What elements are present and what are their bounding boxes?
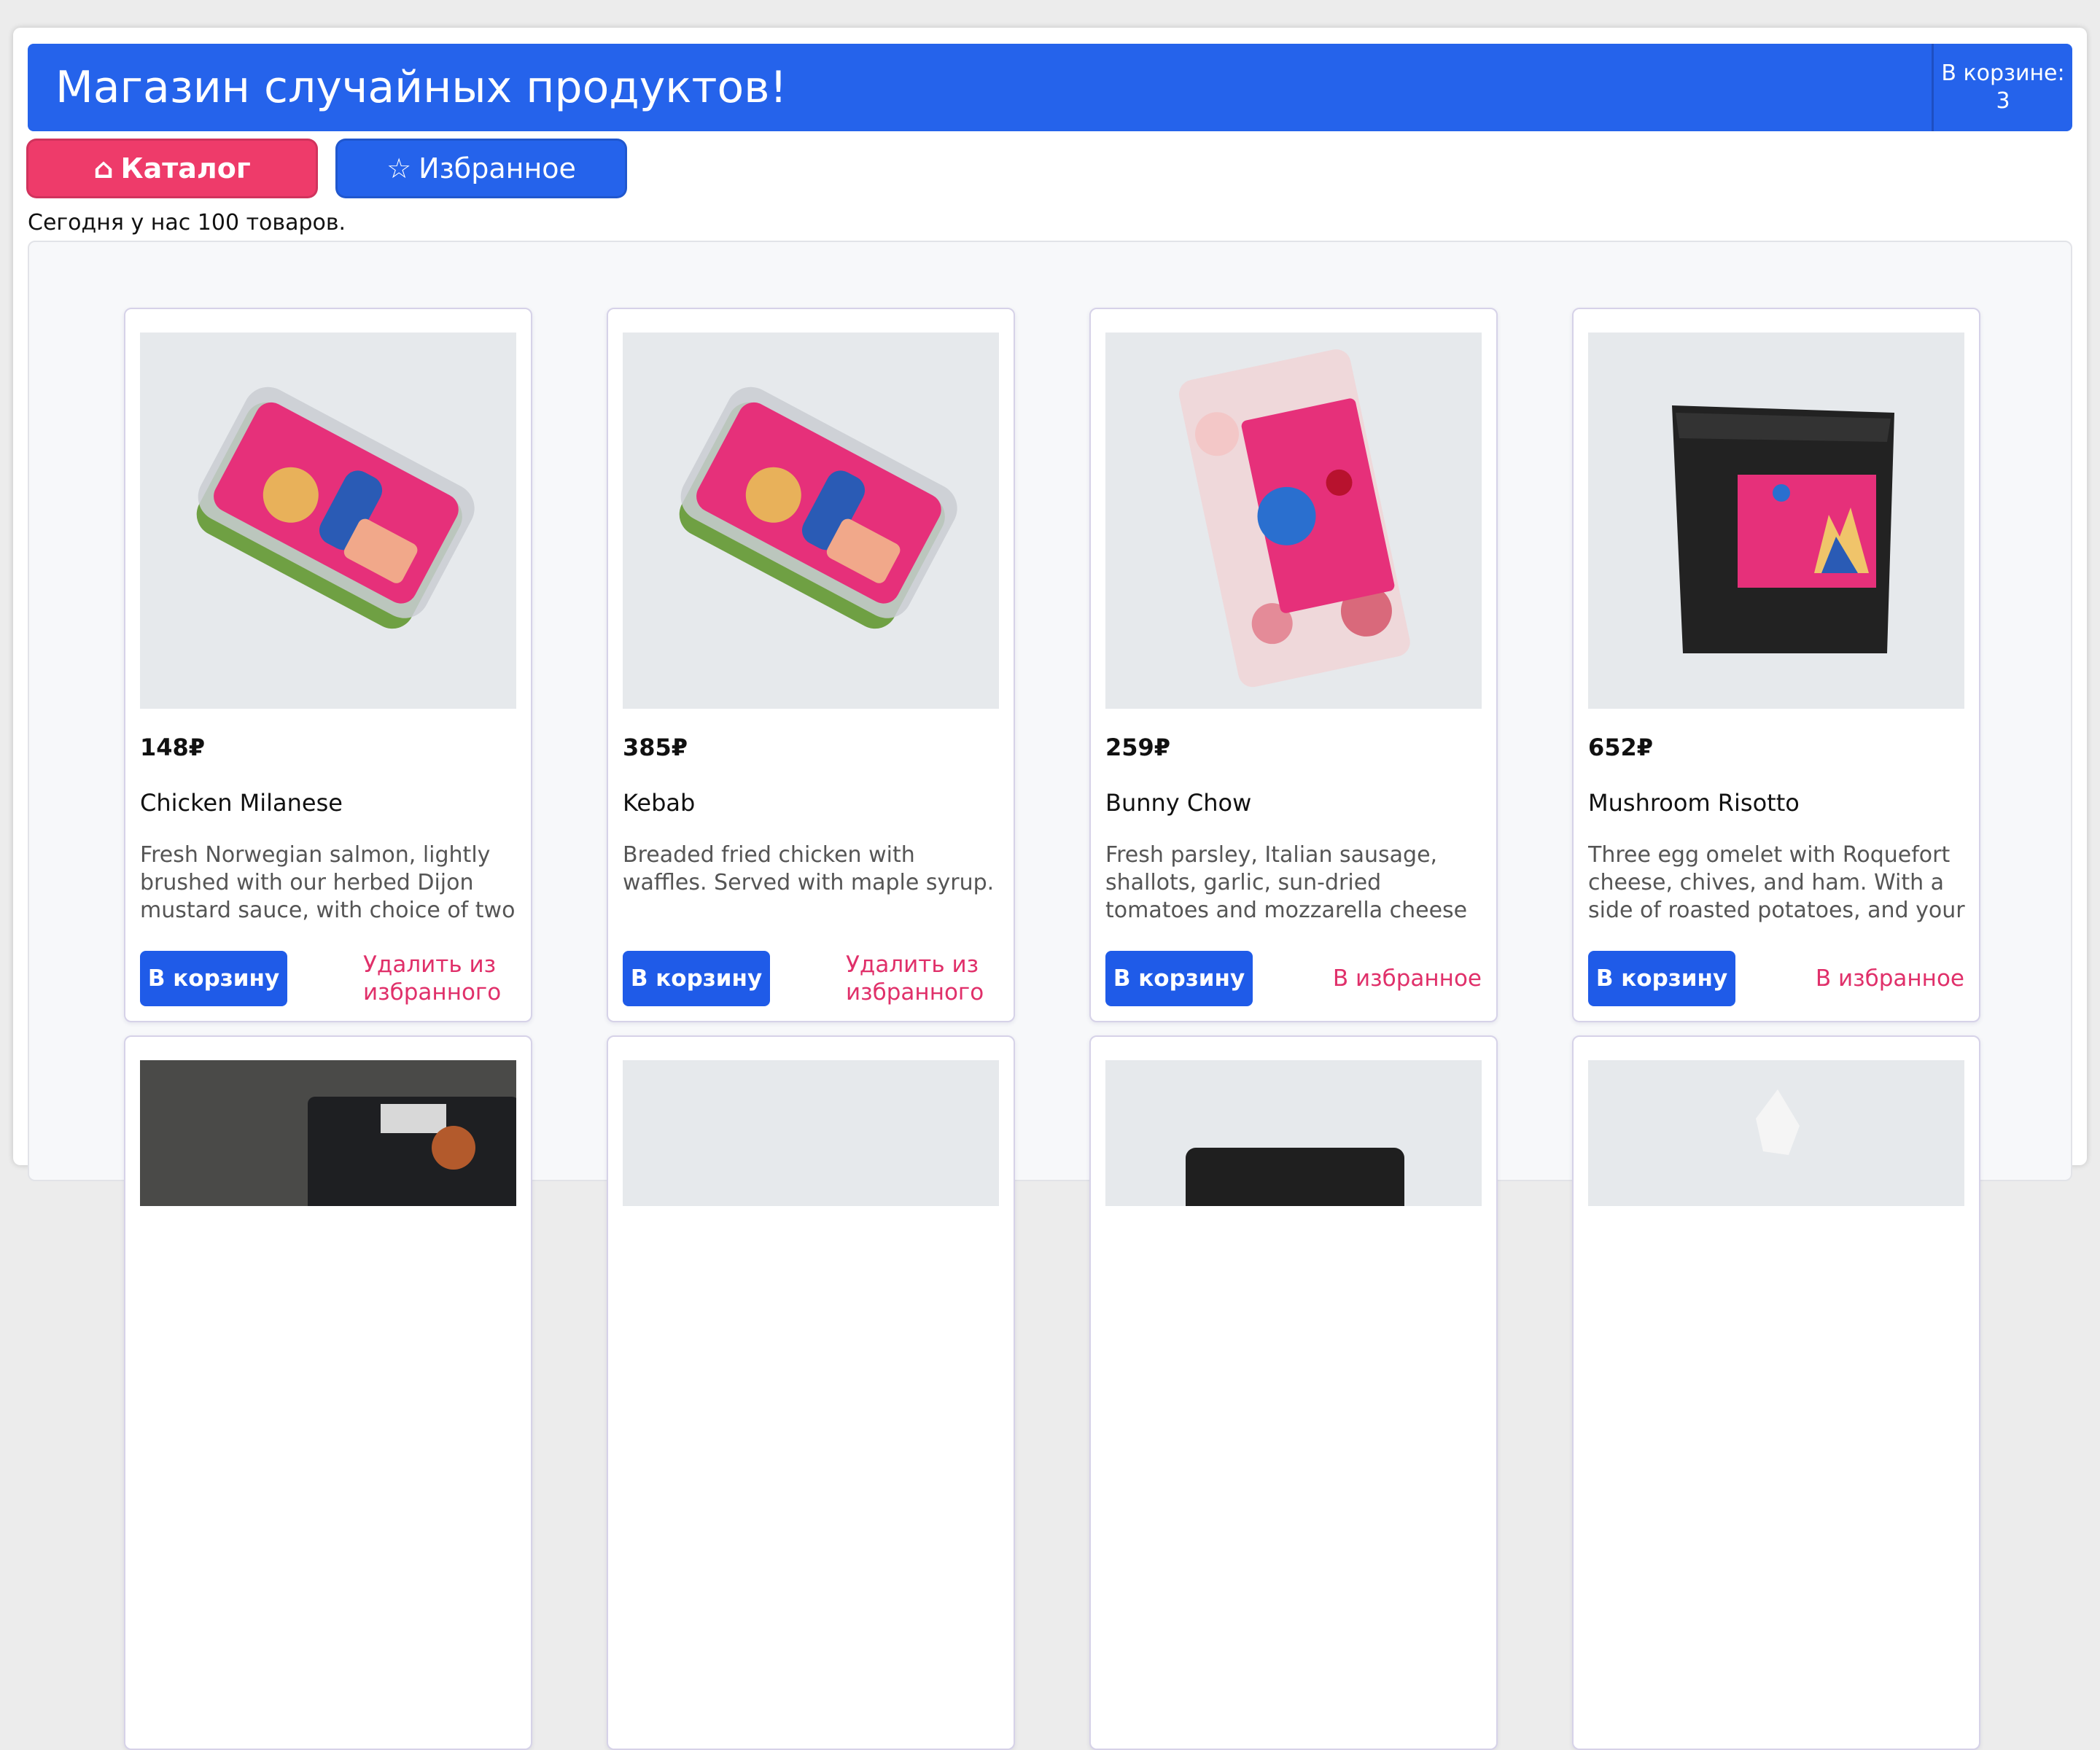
star-icon: ☆ bbox=[386, 152, 412, 184]
add-favorite-link[interactable]: В избранное bbox=[1816, 951, 1964, 1006]
product-count-text: Сегодня у нас 100 товаров. bbox=[28, 210, 346, 236]
product-card bbox=[124, 1035, 532, 1750]
catalog-button[interactable]: ⌂ Каталог bbox=[26, 139, 318, 198]
add-to-cart-button[interactable]: В корзину bbox=[1588, 951, 1735, 1006]
product-name: Mushroom Risotto bbox=[1588, 789, 1800, 817]
product-description: Fresh parsley, Italian sausage, shallots… bbox=[1105, 842, 1468, 928]
cart-counter[interactable]: В корзине: 3 bbox=[1932, 44, 2072, 131]
app-header: Магазин случайных продуктов! В корзине: … bbox=[28, 44, 2072, 131]
product-name: Kebab bbox=[623, 789, 696, 817]
app-window: Магазин случайных продуктов! В корзине: … bbox=[13, 28, 2087, 1750]
add-favorite-link[interactable]: В избранное bbox=[1333, 951, 1482, 1006]
product-price: 259₽ bbox=[1105, 734, 1171, 761]
product-image bbox=[140, 1060, 516, 1206]
product-description: Breaded fried chicken with waffles. Serv… bbox=[623, 842, 995, 895]
cart-label: В корзине: bbox=[1941, 61, 2065, 86]
product-description: Three egg omelet with Roquefort cheese, … bbox=[1588, 842, 1965, 923]
product-price: 148₽ bbox=[140, 734, 206, 761]
page-title: Магазин случайных продуктов! bbox=[55, 62, 788, 113]
favorites-button[interactable]: ☆ Избранное bbox=[335, 139, 627, 198]
product-card: 259₽ Bunny Chow Fresh parsley, Italian s… bbox=[1089, 308, 1498, 1022]
catalog-label: Каталог bbox=[120, 152, 251, 184]
product-price: 652₽ bbox=[1588, 734, 1654, 761]
product-image bbox=[140, 332, 516, 709]
product-image bbox=[623, 332, 999, 709]
product-description: Fresh Norwegian salmon, lightly brushed … bbox=[140, 842, 516, 923]
add-to-cart-button[interactable]: В корзину bbox=[623, 951, 770, 1006]
product-card bbox=[1572, 1035, 1980, 1750]
product-image bbox=[1588, 332, 1964, 709]
remove-favorite-link[interactable]: Удалить из избранного bbox=[363, 951, 502, 1006]
product-name: Bunny Chow bbox=[1105, 789, 1252, 817]
product-image bbox=[1105, 332, 1482, 709]
add-to-cart-button[interactable]: В корзину bbox=[140, 951, 287, 1006]
product-card bbox=[1089, 1035, 1498, 1750]
home-icon: ⌂ bbox=[93, 152, 114, 184]
product-name: Chicken Milanese bbox=[140, 789, 343, 817]
product-card: 385₽ Kebab Breaded fried chicken with wa… bbox=[607, 308, 1015, 1022]
catalog-grid: 148₽ Chicken Milanese Fresh Norwegian sa… bbox=[28, 241, 2072, 1750]
product-card bbox=[607, 1035, 1015, 1750]
add-to-cart-button[interactable]: В корзину bbox=[1105, 951, 1253, 1006]
product-card: 652₽ Mushroom Risotto Three egg omelet w… bbox=[1572, 308, 1980, 1022]
cart-count: 3 bbox=[1996, 88, 2010, 114]
product-image bbox=[623, 1060, 999, 1206]
product-card: 148₽ Chicken Milanese Fresh Norwegian sa… bbox=[124, 308, 532, 1022]
remove-favorite-link[interactable]: Удалить из избранного bbox=[846, 951, 984, 1006]
product-image bbox=[1588, 1060, 1964, 1206]
product-price: 385₽ bbox=[623, 734, 688, 761]
product-image bbox=[1105, 1060, 1482, 1206]
favorites-label: Избранное bbox=[419, 152, 576, 184]
